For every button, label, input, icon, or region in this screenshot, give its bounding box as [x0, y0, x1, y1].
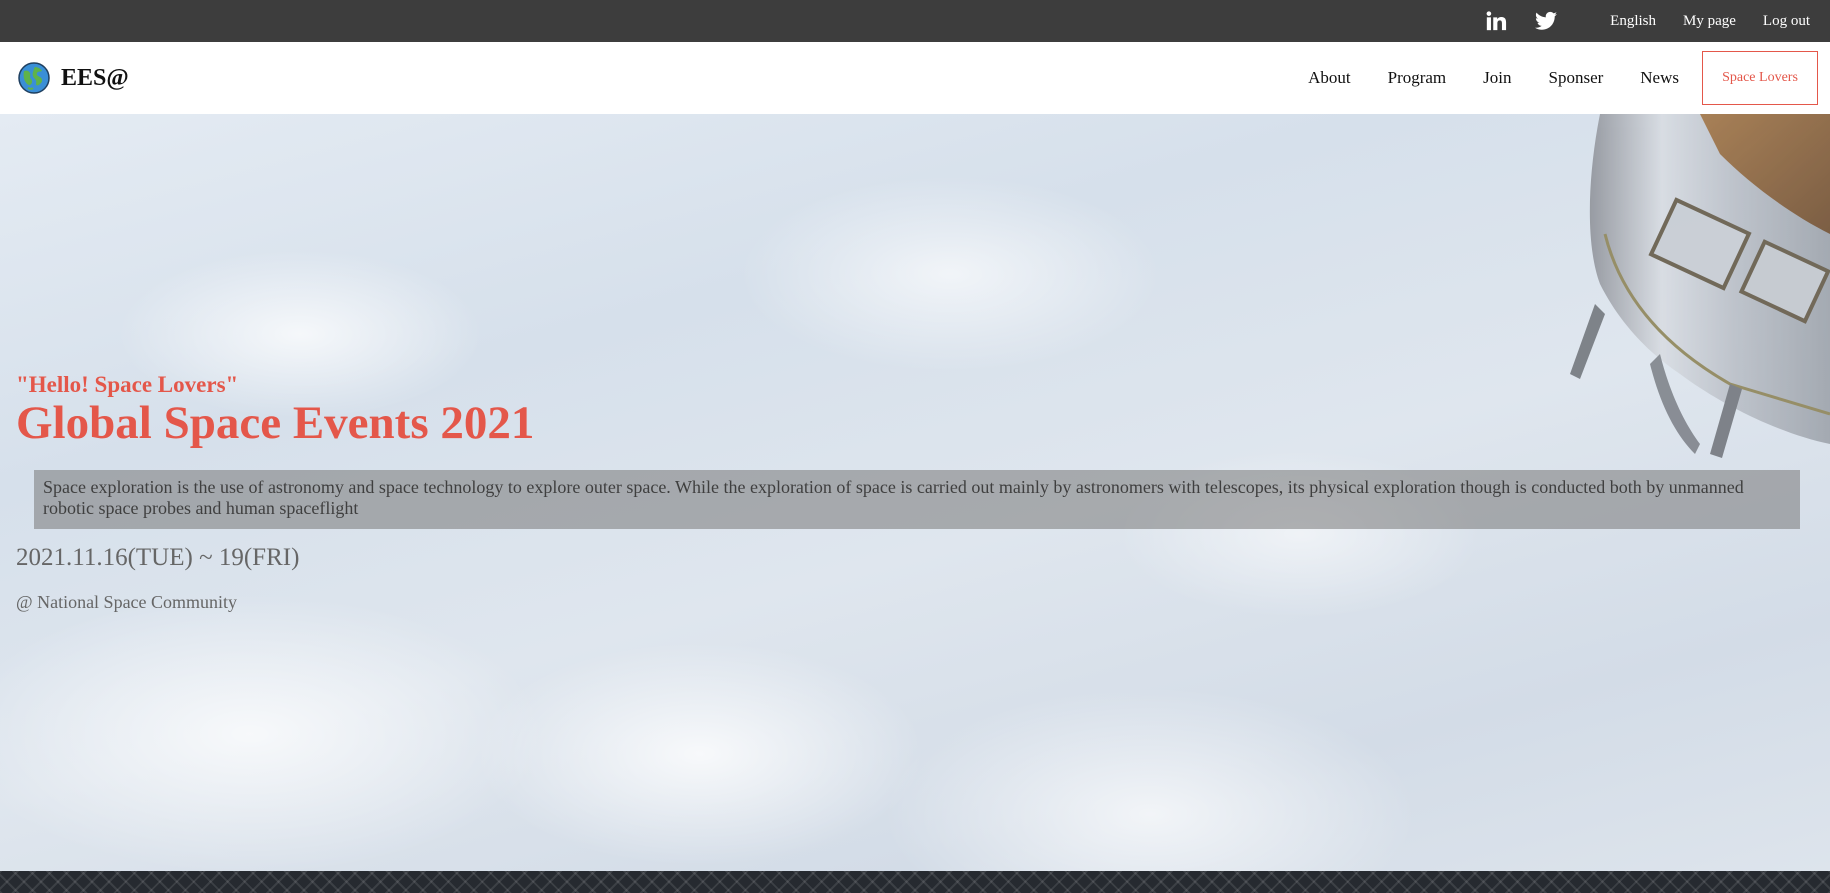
globe-icon [18, 62, 50, 94]
hero-banner: "Hello! Space Lovers" Global Space Event… [0, 114, 1830, 871]
main-nav: About Program Join Sponser News Space Lo… [1271, 42, 1818, 114]
hero-tagline: "Hello! Space Lovers" [16, 372, 239, 397]
site-logo[interactable]: EES@ [18, 62, 129, 94]
logout-link[interactable]: Log out [1763, 13, 1810, 30]
nav-news[interactable]: News [1640, 68, 1679, 88]
nav-program[interactable]: Program [1388, 68, 1447, 88]
footer-pattern-strip [0, 871, 1830, 893]
space-lovers-button[interactable]: Space Lovers [1702, 51, 1818, 105]
linkedin-icon[interactable] [1483, 8, 1509, 34]
language-link[interactable]: English [1610, 13, 1656, 30]
hero-title: Global Space Events 2021 [16, 397, 535, 449]
main-header: EES@ About Program Join Sponser News Spa… [0, 42, 1830, 114]
event-venue: @ National Space Community [16, 592, 238, 612]
nav-sponser[interactable]: Sponser [1549, 68, 1604, 88]
top-utility-bar: English My page Log out [0, 0, 1830, 42]
twitter-icon[interactable] [1533, 8, 1559, 34]
nav-join[interactable]: Join [1483, 68, 1511, 88]
my-page-link[interactable]: My page [1683, 13, 1736, 30]
hero-description: Space exploration is the use of astronom… [43, 477, 1744, 518]
event-dates: 2021.11.16(TUE) ~ 19(FRI) [16, 544, 300, 571]
hero-description-box: Space exploration is the use of astronom… [34, 470, 1800, 529]
nav-about[interactable]: About [1308, 68, 1351, 88]
brand-name: EES@ [61, 64, 129, 91]
